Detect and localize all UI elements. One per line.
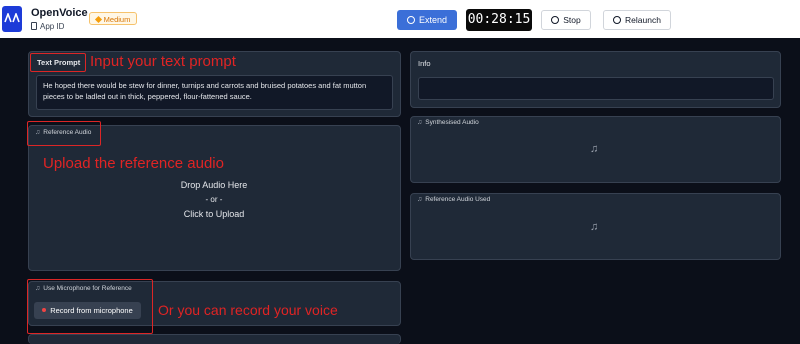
highlight-box — [30, 53, 86, 72]
drop-audio-text[interactable]: Drop Audio Here — [34, 180, 394, 190]
or-separator: - or - — [205, 195, 223, 204]
relaunch-icon — [613, 16, 622, 24]
stop-icon — [551, 16, 560, 24]
relaunch-button[interactable]: Relaunch — [603, 10, 671, 30]
record-from-microphone-button[interactable]: Record from microphone — [34, 302, 141, 319]
ref-used-label: Reference Audio Used — [425, 196, 491, 203]
phone-icon — [31, 22, 37, 30]
annotation-record: Or you can record your voice — [158, 302, 338, 318]
synth-label: Synthesised Audio — [425, 119, 479, 126]
music-note-icon: ♫ — [590, 143, 599, 155]
music-note-icon: ♫ — [417, 119, 423, 126]
lower-panel — [28, 334, 401, 344]
record-label: Record from microphone — [50, 306, 133, 315]
info-label: Info — [418, 59, 431, 68]
gem-icon — [94, 15, 102, 24]
text-prompt-input[interactable]: He hoped there would be stew for dinner,… — [36, 75, 393, 110]
extend-label: Extend — [418, 15, 448, 25]
relaunch-label: Relaunch — [625, 15, 661, 25]
tier-badge-label: Medium — [103, 15, 131, 24]
synth-label-wrap: ♫ Synthesised Audio — [417, 119, 479, 126]
highlight-box — [27, 121, 101, 146]
stop-label: Stop — [563, 15, 581, 25]
app-title: OpenVoice — [31, 7, 88, 19]
click-to-upload[interactable]: Click to Upload — [34, 209, 394, 219]
top-bar: OpenVoice App ID Medium Extend 00:28:15 … — [0, 0, 800, 38]
extend-button[interactable]: Extend — [397, 10, 457, 30]
music-note-icon: ♫ — [590, 221, 599, 233]
music-note-icon: ♫ — [417, 196, 423, 203]
extend-icon — [406, 16, 415, 24]
tier-badge: Medium — [89, 12, 137, 25]
logo-icon — [2, 6, 22, 32]
stop-button[interactable]: Stop — [541, 10, 591, 30]
session-timer: 00:28:15 — [466, 9, 532, 31]
annotation-reference-audio: Upload the reference audio — [43, 155, 224, 172]
annotation-text-prompt: Input your text prompt — [90, 53, 236, 70]
app-id[interactable]: App ID — [31, 22, 64, 31]
app-id-label: App ID — [40, 22, 65, 31]
ref-used-label-wrap: ♫ Reference Audio Used — [417, 196, 491, 203]
info-output[interactable] — [418, 77, 774, 100]
record-dot-icon — [42, 308, 47, 312]
